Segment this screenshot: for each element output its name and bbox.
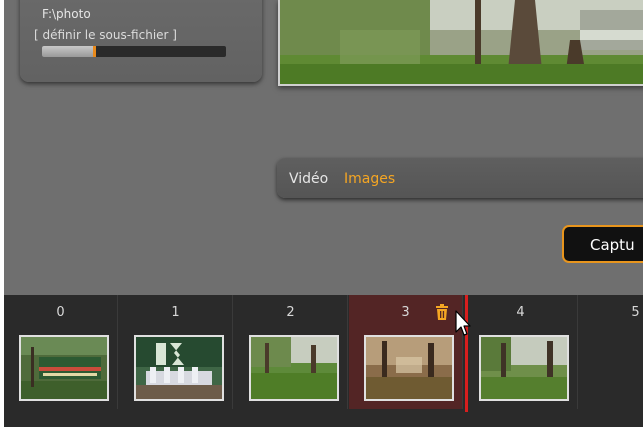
progress-bar	[42, 46, 226, 57]
progress-marker	[92, 46, 96, 57]
photo-thumbnail[interactable]	[249, 335, 339, 401]
thumbnail-index: 5	[631, 305, 640, 320]
filmstrip: 0 1 2 3 4 5	[4, 295, 643, 427]
trash-icon[interactable]	[435, 304, 449, 320]
capture-folder-panel: F:\photo [ définir le sous-fichier ]	[20, 0, 262, 82]
photo-thumbnail[interactable]	[19, 335, 109, 401]
thumbnail-index: 2	[286, 305, 295, 320]
folder-path: F:\photo	[42, 7, 91, 21]
capture-button[interactable]: Captu	[562, 225, 643, 263]
thumbnail-cell-1[interactable]: 1	[119, 295, 233, 409]
thumbnail-index: 1	[171, 305, 180, 320]
video-preview	[278, 0, 643, 86]
thumbnail-index: 4	[516, 305, 525, 320]
tab-images[interactable]: Images	[344, 171, 395, 187]
define-subfolder-link[interactable]: [ définir le sous-fichier ]	[34, 28, 177, 42]
capture-window: F:\photo [ définir le sous-fichier ] Vid…	[4, 0, 643, 427]
photo-thumbnail[interactable]	[479, 335, 569, 401]
thumbnail-cell-5[interactable]: 5	[579, 295, 643, 409]
thumbnail-cell-4[interactable]: 4	[464, 295, 578, 409]
photo-thumbnail[interactable]	[364, 335, 454, 401]
preview-image	[280, 0, 643, 84]
progress-fill	[42, 46, 94, 57]
thumbnail-cell-0[interactable]: 0	[4, 295, 118, 409]
capture-mode-tabs: Vidéo Images	[277, 158, 643, 198]
mouse-cursor-icon	[455, 310, 471, 336]
thumbnail-cell-3[interactable]: 3	[349, 295, 463, 409]
thumbnail-index: 0	[56, 305, 65, 320]
tab-video[interactable]: Vidéo	[289, 171, 328, 187]
photo-thumbnail[interactable]	[134, 335, 224, 401]
thumbnail-cell-2[interactable]: 2	[234, 295, 348, 409]
